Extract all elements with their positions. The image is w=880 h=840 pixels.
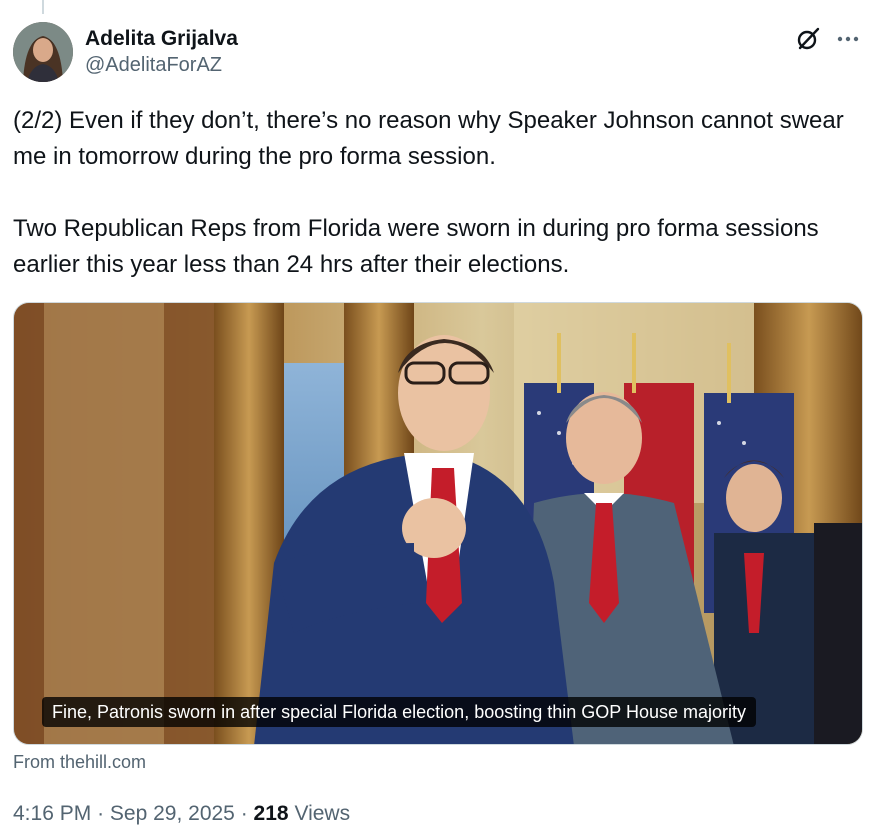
tweet-text: (2/2) Even if they don’t, there’s no rea… xyxy=(13,103,863,283)
meta-separator: · xyxy=(97,802,105,825)
link-card-source[interactable]: From thehill.com xyxy=(13,752,146,773)
author-names: Adelita Grijalva @AdelitaForAZ xyxy=(85,26,238,78)
tweet-header: Adelita Grijalva @AdelitaForAZ xyxy=(13,22,867,82)
more-dots-icon[interactable] xyxy=(831,25,865,53)
link-card-image[interactable]: Fine, Patronis sworn in after special Fl… xyxy=(13,302,863,745)
tweet-date[interactable]: Sep 29, 2025 xyxy=(110,802,235,825)
link-card-headline[interactable]: Fine, Patronis sworn in after special Fl… xyxy=(42,697,756,727)
thread-connector-line xyxy=(42,0,44,14)
tweet-time[interactable]: 4:16 PM xyxy=(13,802,91,825)
views-count: 218 xyxy=(253,802,289,825)
views-label: Views xyxy=(294,802,351,825)
author-handle[interactable]: @AdelitaForAZ xyxy=(85,52,238,78)
meta-separator: · xyxy=(240,802,248,825)
grok-icon[interactable] xyxy=(794,25,822,53)
tweet-meta: 4:16 PM · Sep 29, 2025 · 218 Views xyxy=(13,802,350,826)
tweet-paragraph-1: (2/2) Even if they don’t, there’s no rea… xyxy=(13,107,844,170)
avatar[interactable] xyxy=(13,22,73,82)
news-photo xyxy=(14,303,862,744)
author-display-name[interactable]: Adelita Grijalva xyxy=(85,26,238,52)
tweet-paragraph-2: Two Republican Reps from Florida were sw… xyxy=(13,215,819,278)
